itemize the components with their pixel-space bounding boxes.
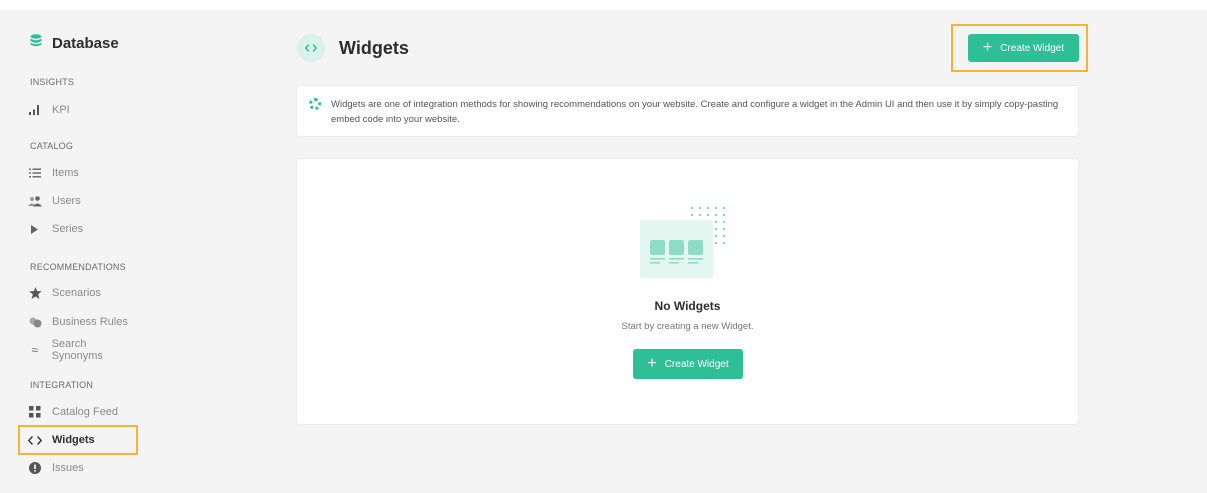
sidebar-item-label: Scenarios — [52, 287, 101, 299]
section-integration: INTEGRATION — [30, 380, 94, 390]
sidebar-item-label: Catalog Feed — [52, 406, 119, 418]
sidebar-item-series[interactable]: Series — [18, 217, 138, 241]
plus-icon: + — [982, 39, 993, 56]
sidebar-item-scenarios[interactable]: Scenarios — [18, 281, 138, 305]
sidebar-item-search-synonyms[interactable]: ≈ Search Synonyms — [18, 338, 138, 362]
create-widget-empty-button[interactable]: + Create Widget — [633, 349, 743, 379]
grid-icon — [28, 405, 42, 419]
bar-chart-icon — [28, 103, 42, 117]
section-insights: INSIGHTS — [30, 77, 75, 87]
users-icon — [28, 194, 42, 208]
sidebar-item-label: Users — [52, 195, 81, 207]
create-widget-highlight: + Create Widget — [951, 24, 1088, 72]
play-icon — [28, 222, 42, 236]
sidebar-item-label: Search Synonyms — [51, 338, 103, 362]
sidebar-item-label: Issues — [52, 462, 84, 474]
section-recommendations: RECOMMENDATIONS — [30, 262, 126, 272]
sidebar-item-items[interactable]: Items — [18, 161, 138, 185]
alert-icon — [28, 461, 42, 475]
sidebar-item-issues[interactable]: Issues — [18, 456, 138, 480]
star-icon — [28, 286, 42, 300]
page-header: Widgets — [297, 34, 409, 62]
empty-state-subtitle: Start by creating a new Widget. — [621, 321, 754, 332]
info-box: Widgets are one of integration methods f… — [297, 86, 1078, 136]
sidebar-item-label: KPI — [52, 104, 70, 116]
code-icon — [28, 433, 42, 447]
plus-icon: + — [647, 355, 657, 372]
sidebar-item-label: Widgets — [52, 434, 95, 446]
integration-icon — [309, 98, 321, 110]
brand-title: Database — [52, 34, 119, 52]
sidebar-item-catalog-feed[interactable]: Catalog Feed — [18, 400, 138, 424]
sidebar-item-business-rules[interactable]: Business Rules — [18, 310, 138, 334]
create-widget-label: Create Widget — [664, 358, 729, 370]
approx-icon: ≈ — [31, 343, 39, 357]
sidebar-item-label: Items — [52, 167, 79, 179]
empty-state-card: No Widgets Start by creating a new Widge… — [297, 159, 1078, 424]
section-catalog: CATALOG — [30, 141, 74, 151]
empty-state-title: No Widgets — [654, 299, 721, 313]
info-text: Widgets are one of integration methods f… — [331, 99, 1059, 125]
app-window: Database INSIGHTS KPI CATALOG Items User… — [0, 10, 1207, 493]
create-widget-button[interactable]: + Create Widget — [968, 34, 1079, 62]
code-icon — [297, 34, 325, 62]
brand[interactable]: Database — [30, 34, 119, 52]
list-icon — [28, 166, 42, 180]
page-title: Widgets — [339, 37, 409, 58]
sidebar: Database INSIGHTS KPI CATALOG Items User… — [0, 10, 260, 493]
database-icon — [30, 34, 42, 52]
widgets-illustration-icon — [640, 204, 736, 284]
sidebar-item-kpi[interactable]: KPI — [18, 98, 138, 122]
sidebar-item-users[interactable]: Users — [18, 189, 138, 213]
rules-icon — [28, 315, 42, 329]
sidebar-item-label: Series — [52, 223, 84, 235]
sidebar-item-label: Business Rules — [52, 316, 128, 328]
create-widget-label: Create Widget — [1000, 42, 1065, 54]
sidebar-item-widgets[interactable]: Widgets — [18, 425, 138, 455]
